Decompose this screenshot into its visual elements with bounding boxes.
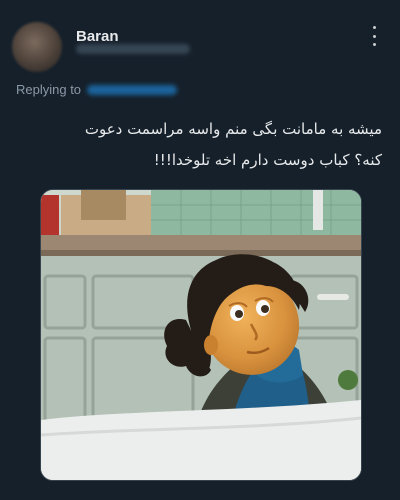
tweet-text-line-1: میشه به مامانت بگی منم واسه مراسمت دعوت (84, 120, 382, 138)
author-handle-redacted (76, 44, 190, 54)
replying-to-handle-redacted[interactable] (87, 84, 178, 95)
avatar[interactable] (12, 22, 62, 72)
author-display-name[interactable]: Baran (76, 28, 119, 45)
replying-to-label: Replying to (16, 82, 82, 97)
replying-to: Replying to (16, 82, 178, 97)
more-vertical-icon[interactable] (370, 26, 378, 46)
tweet-header: Baran (0, 0, 400, 78)
tweet-text: میشه به مامانت بگی منم واسه مراسمت دعوت … (22, 114, 382, 176)
tweet-text-line-2: کنه؟ کباب دوست دارم اخه تلوخدا!!! (153, 151, 382, 169)
tweet-media-image[interactable] (40, 189, 362, 481)
